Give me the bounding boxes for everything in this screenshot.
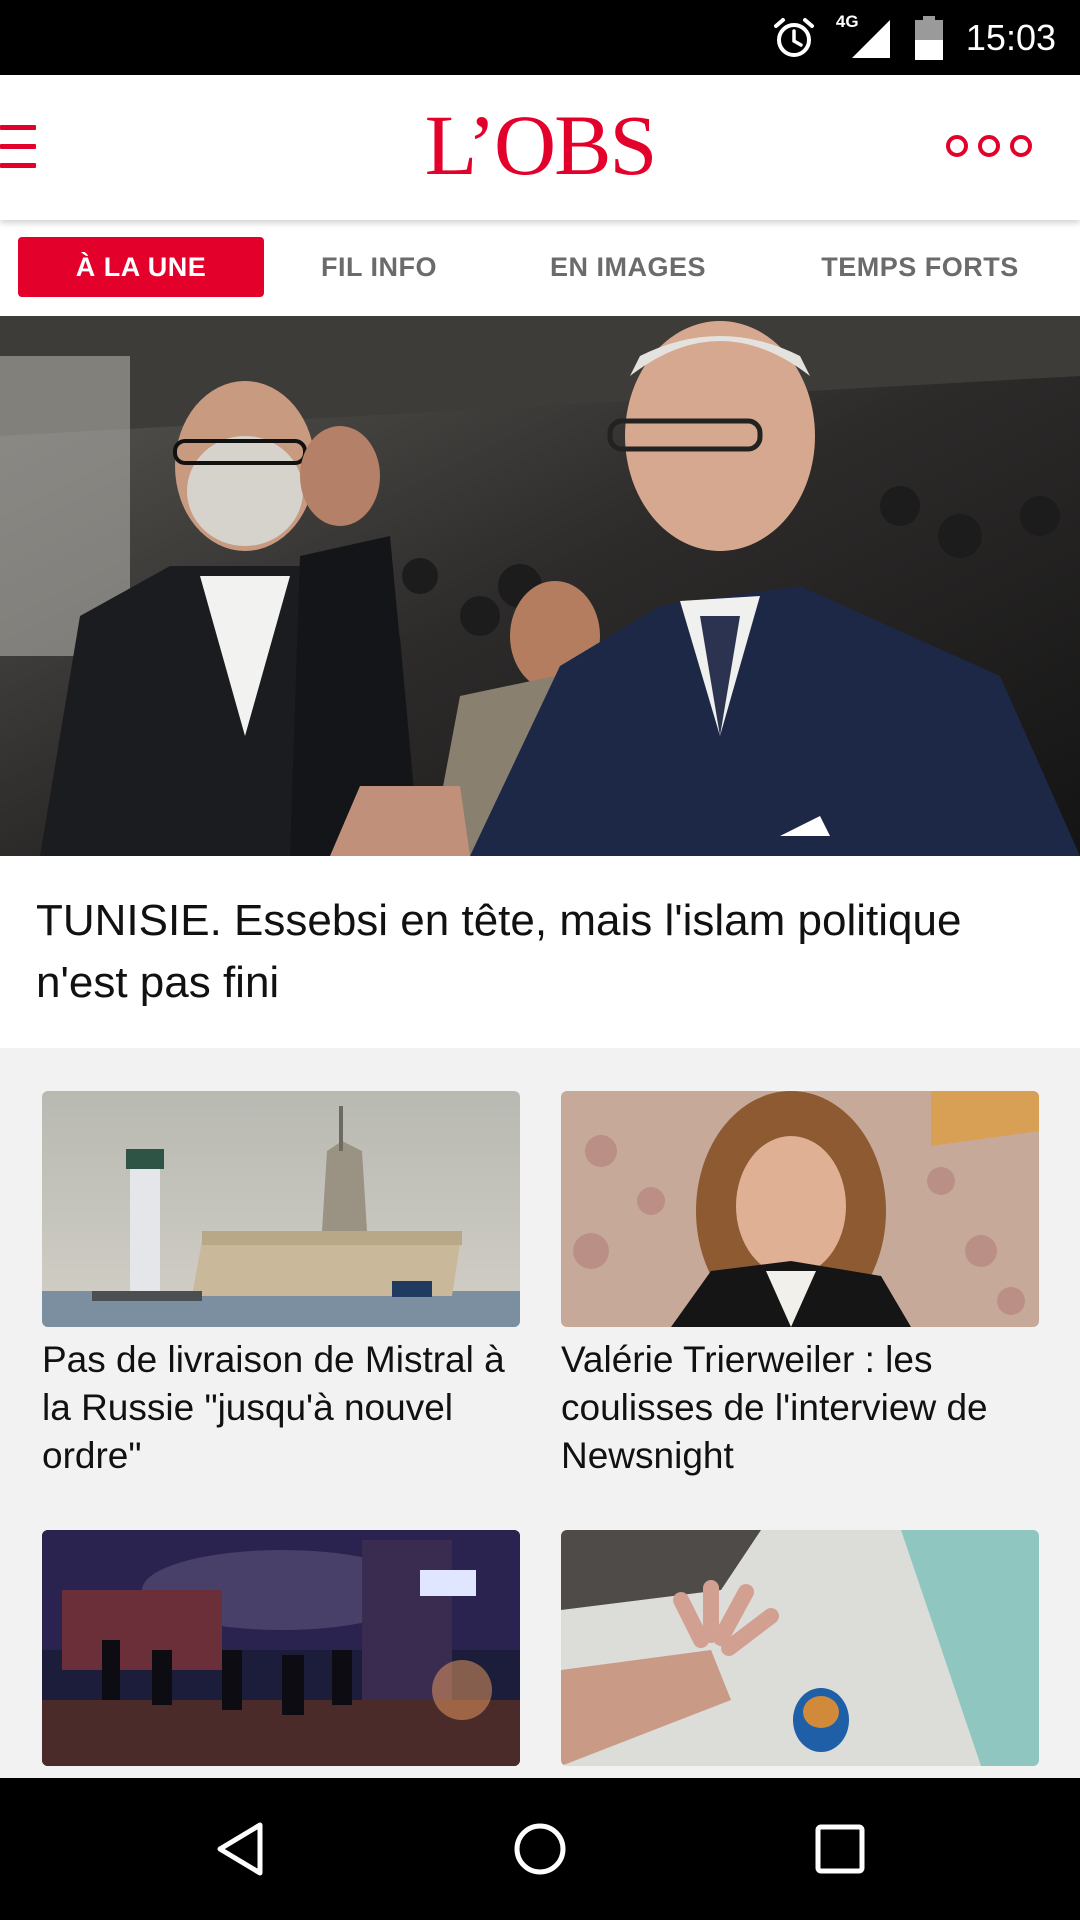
status-bar: 4G 15:03 bbox=[0, 0, 1080, 75]
status-time: 15:03 bbox=[965, 16, 1056, 58]
signal-icon: 4G bbox=[836, 12, 892, 60]
back-icon[interactable] bbox=[205, 1814, 275, 1884]
article-image-trierweiler[interactable] bbox=[561, 1091, 1039, 1327]
recents-icon[interactable] bbox=[805, 1814, 875, 1884]
alarm-icon bbox=[772, 16, 816, 60]
battery-icon bbox=[914, 15, 944, 61]
tab-temps-forts[interactable]: TEMPS FORTS bbox=[800, 237, 1040, 297]
article-title-trierweiler[interactable]: Valérie Trierweiler : les coulisses de l… bbox=[561, 1336, 1051, 1480]
tab-fil-info[interactable]: FIL INFO bbox=[290, 237, 468, 297]
more-icon[interactable] bbox=[946, 135, 1032, 157]
hero-image[interactable] bbox=[0, 316, 1080, 856]
home-icon[interactable] bbox=[505, 1814, 575, 1884]
article-image-baby[interactable] bbox=[561, 1530, 1039, 1766]
status-icons: 4G 15:03 bbox=[772, 0, 1056, 75]
section-tabs: À LA UNE FIL INFO EN IMAGES TEMPS FORTS bbox=[0, 220, 1080, 316]
article-title-mistral[interactable]: Pas de livraison de Mistral à la Russie … bbox=[42, 1336, 532, 1480]
network-type-label: 4G bbox=[835, 11, 859, 31]
article-image-police-night[interactable] bbox=[42, 1530, 520, 1766]
article-image-mistral[interactable] bbox=[42, 1091, 520, 1327]
app-logo[interactable]: L’OBS bbox=[0, 95, 1080, 195]
hero-headline[interactable]: TUNISIE. Essebsi en tête, mais l'islam p… bbox=[36, 890, 1036, 1014]
tab-en-images[interactable]: EN IMAGES bbox=[528, 237, 728, 297]
system-nav-bar bbox=[0, 1778, 1080, 1920]
tab-a-la-une[interactable]: À LA UNE bbox=[18, 237, 264, 297]
app-bar: L’OBS bbox=[0, 75, 1080, 220]
